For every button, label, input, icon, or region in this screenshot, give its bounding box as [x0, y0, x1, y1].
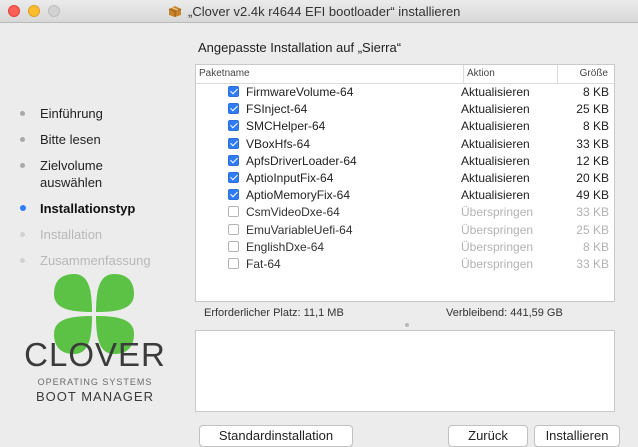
- table-row[interactable]: EnglishDxe-64 Überspringen 8 KB: [196, 239, 614, 256]
- title-bar: „Clover v2.4k r4644 EFI bootloader“ inst…: [0, 0, 638, 23]
- page-title: Angepasste Installation auf „Sierra“: [198, 40, 402, 55]
- close-window-button[interactable]: [8, 5, 20, 17]
- package-size: 33 KB: [576, 136, 609, 151]
- package-checkbox[interactable]: [228, 223, 239, 235]
- table-row[interactable]: VBoxHfs-64 Aktualisieren 33 KB: [196, 136, 614, 153]
- package-name: VBoxHfs-64: [246, 136, 311, 151]
- table-row[interactable]: EmuVariableUefi-64 Überspringen 25 KB: [196, 222, 614, 239]
- package-description-box: [195, 330, 615, 412]
- sidebar: Einführung Bitte lesen Zielvolume auswäh…: [0, 23, 188, 445]
- step-dot-icon: [20, 137, 25, 142]
- table-row[interactable]: AptioMemoryFix-64 Aktualisieren 49 KB: [196, 187, 614, 204]
- step-installation: Installation: [18, 226, 190, 243]
- package-checkbox[interactable]: [228, 154, 239, 166]
- clover-logo-text: CLOVER: [24, 336, 166, 373]
- step-dot-icon: [20, 111, 25, 116]
- table-row[interactable]: FSInject-64 Aktualisieren 25 KB: [196, 101, 614, 118]
- package-checkbox[interactable]: [228, 120, 239, 132]
- package-name: FirmwareVolume-64: [246, 85, 354, 99]
- package-size: 20 KB: [576, 170, 609, 185]
- package-checkbox[interactable]: [228, 86, 239, 97]
- step-zielvolume: Zielvolume auswählen: [18, 157, 190, 191]
- package-checkbox[interactable]: [228, 189, 239, 201]
- window-title: „Clover v2.4k r4644 EFI bootloader“ inst…: [188, 3, 461, 19]
- table-row[interactable]: ApfsDriverLoader-64 Aktualisieren 12 KB: [196, 153, 614, 170]
- table-row[interactable]: SMCHelper-64 Aktualisieren 8 KB: [196, 118, 614, 135]
- package-action: Aktualisieren: [461, 153, 530, 168]
- package-name: EmuVariableUefi-64: [246, 222, 353, 237]
- package-name: Fat-64: [246, 256, 281, 271]
- package-action: Aktualisieren: [461, 170, 530, 185]
- step-einfuehrung: Einführung: [18, 105, 190, 122]
- package-name: ApfsDriverLoader-64: [246, 153, 357, 168]
- step-label: Installationstyp: [40, 201, 136, 216]
- window-title-group: „Clover v2.4k r4644 EFI bootloader“ inst…: [168, 3, 460, 19]
- package-action: Überspringen: [461, 256, 534, 271]
- package-size: 49 KB: [576, 188, 609, 203]
- table-row[interactable]: AptioInputFix-64 Aktualisieren 20 KB: [196, 170, 614, 187]
- space-required: Erforderlicher Platz: 11,1 MB: [204, 307, 344, 319]
- package-name: EnglishDxe-64: [246, 239, 325, 254]
- column-header-action[interactable]: Aktion: [463, 65, 495, 83]
- zoom-window-button: [48, 5, 60, 17]
- splitter-handle[interactable]: [405, 323, 409, 327]
- package-name: FSInject-64: [246, 102, 308, 117]
- step-zusammenfassung: Zusammenfassung: [18, 252, 190, 269]
- step-label: Installation: [40, 227, 103, 242]
- step-label: Bitte lesen: [40, 132, 101, 147]
- column-header-size[interactable]: Größe: [557, 65, 612, 83]
- package-action: Aktualisieren: [461, 188, 530, 203]
- step-label: Zusammenfassung: [40, 253, 151, 268]
- package-action: Überspringen: [461, 205, 534, 220]
- package-action: Aktualisieren: [461, 102, 530, 117]
- package-action: Überspringen: [461, 239, 534, 254]
- package-icon: [168, 6, 182, 17]
- table-row[interactable]: FirmwareVolume-64 Aktualisieren 8 KB: [196, 84, 614, 101]
- package-size: 8 KB: [582, 239, 609, 254]
- back-button[interactable]: Zurück: [448, 425, 528, 447]
- package-checkbox[interactable]: [228, 206, 239, 218]
- column-header-name[interactable]: Paketname: [199, 68, 250, 79]
- package-table: Paketname Aktion Größe FirmwareVolume-64…: [195, 64, 615, 302]
- package-rows: FirmwareVolume-64 Aktualisieren 8 KB FSInje…: [196, 84, 614, 273]
- package-name: AptioMemoryFix-64: [246, 188, 351, 203]
- package-action: Überspringen: [461, 222, 534, 237]
- standard-install-button[interactable]: Standardinstallation: [199, 425, 353, 447]
- step-dot-icon: [20, 205, 26, 211]
- step-bitte-lesen: Bitte lesen: [18, 131, 190, 148]
- step-dot-icon: [20, 232, 25, 237]
- step-label: Einführung: [40, 106, 103, 121]
- step-installationstyp: Installationstyp: [18, 200, 190, 217]
- package-checkbox[interactable]: [228, 257, 239, 269]
- package-checkbox[interactable]: [228, 103, 239, 115]
- install-button[interactable]: Installieren: [534, 425, 620, 447]
- table-row[interactable]: CsmVideoDxe-64 Überspringen 33 KB: [196, 204, 614, 221]
- package-size: 8 KB: [582, 119, 609, 134]
- clover-logo-tagline: BOOT MANAGER: [36, 389, 154, 404]
- package-size: 33 KB: [576, 256, 609, 271]
- step-list: Einführung Bitte lesen Zielvolume auswäh…: [18, 105, 190, 278]
- table-header: Paketname Aktion Größe: [196, 65, 614, 84]
- clover-logo-subtitle: OPERATING SYSTEMS: [37, 377, 153, 387]
- table-row[interactable]: Fat-64 Überspringen 33 KB: [196, 256, 614, 273]
- package-checkbox[interactable]: [228, 137, 239, 149]
- package-size: 25 KB: [576, 102, 609, 117]
- package-size: 33 KB: [576, 205, 609, 220]
- step-dot-icon: [20, 258, 25, 263]
- minimize-window-button[interactable]: [28, 5, 40, 17]
- package-action: Aktualisieren: [461, 119, 530, 134]
- step-dot-icon: [20, 163, 25, 168]
- package-checkbox[interactable]: [228, 240, 239, 252]
- step-label: Zielvolume auswählen: [40, 158, 103, 190]
- package-size: 8 KB: [582, 85, 609, 99]
- space-remaining: Verbleibend: 441,59 GB: [446, 307, 563, 319]
- package-size: 25 KB: [576, 222, 609, 237]
- package-action: Aktualisieren: [461, 85, 530, 99]
- package-checkbox[interactable]: [228, 171, 239, 183]
- package-name: SMCHelper-64: [246, 119, 326, 134]
- package-name: CsmVideoDxe-64: [246, 205, 340, 220]
- package-size: 12 KB: [576, 153, 609, 168]
- package-action: Aktualisieren: [461, 136, 530, 151]
- package-name: AptioInputFix-64: [246, 170, 334, 185]
